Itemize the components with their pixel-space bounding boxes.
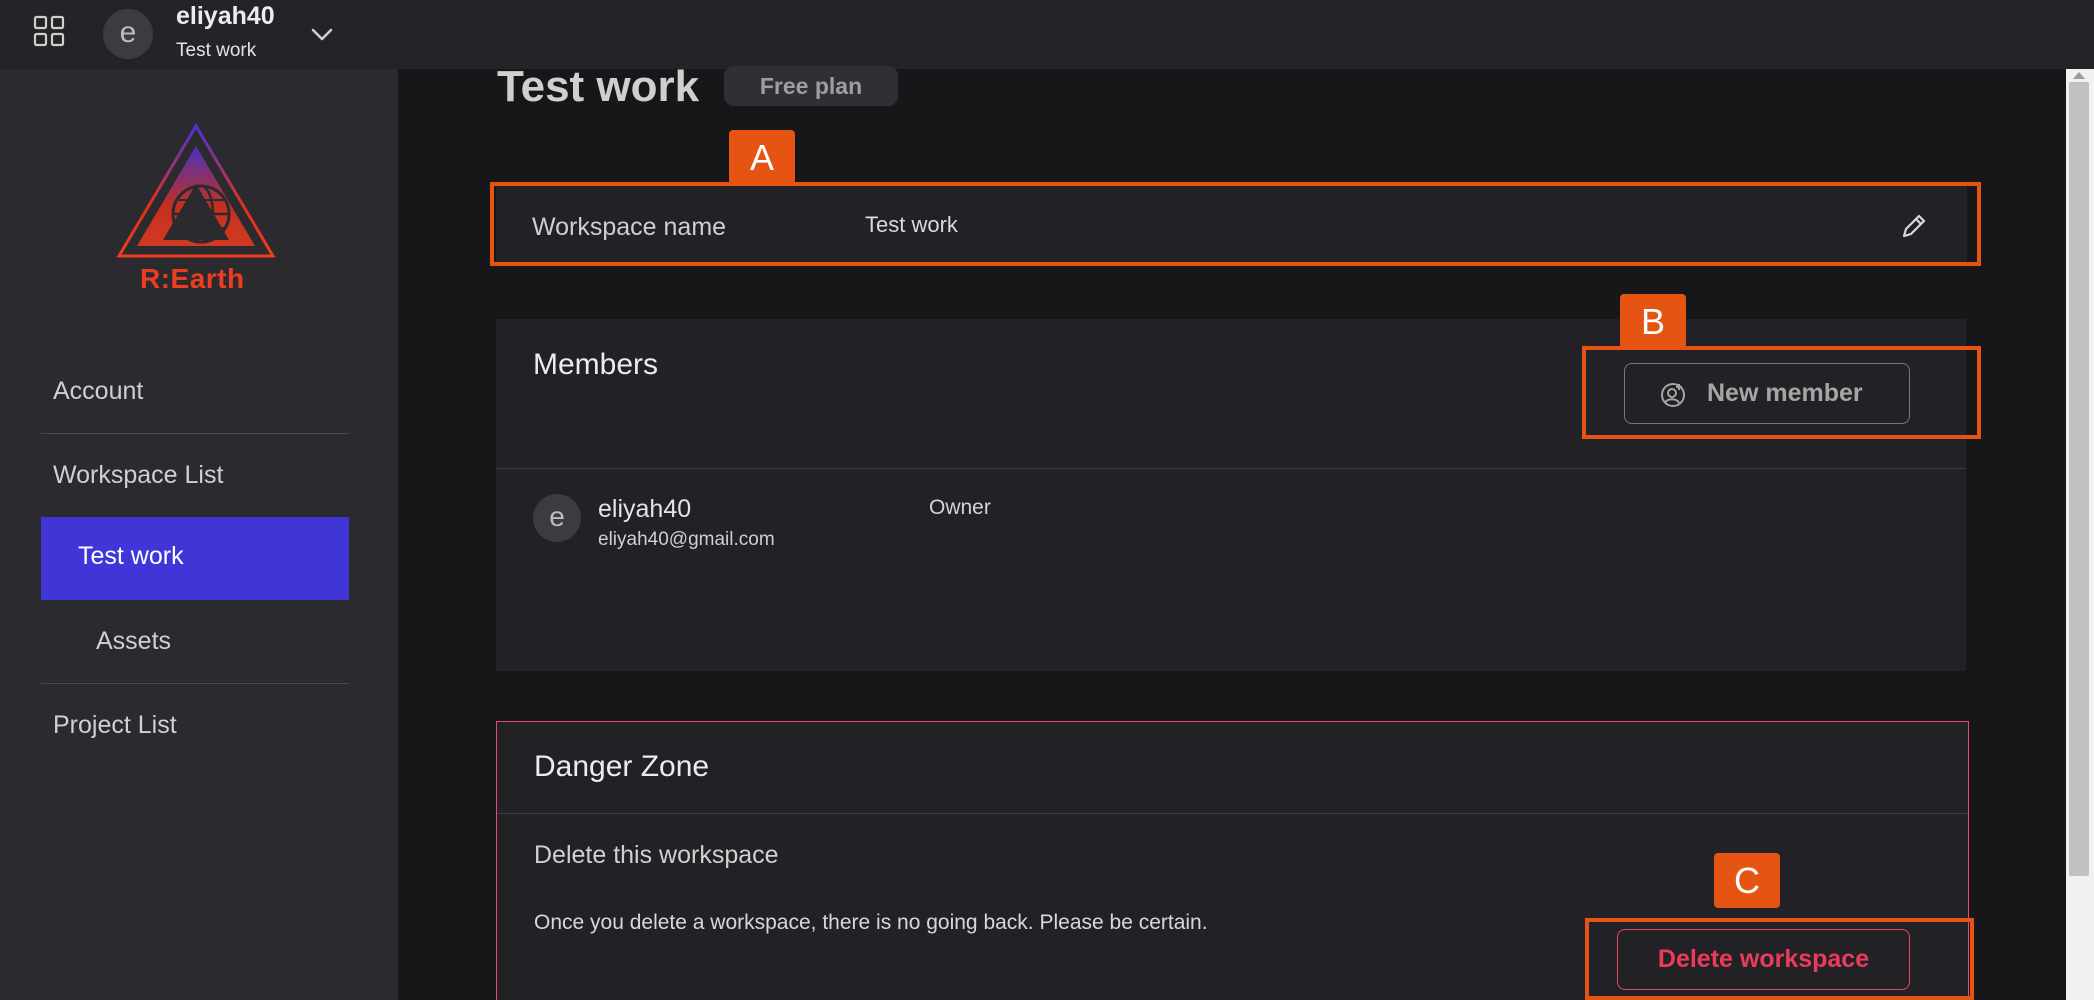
- member-avatar: e: [533, 494, 581, 542]
- annotation-tag-b: B: [1620, 294, 1686, 349]
- annotation-tag-a: A: [729, 130, 795, 185]
- logo-text: R:Earth: [140, 263, 245, 294]
- danger-zone-title: Danger Zone: [534, 750, 710, 783]
- user-avatar[interactable]: e: [103, 9, 153, 59]
- plan-badge: Free plan: [724, 66, 898, 106]
- sidebar-divider: [41, 433, 349, 434]
- annotation-box-c: [1585, 918, 1974, 1000]
- member-name: eliyah40: [598, 495, 692, 523]
- sidebar-item-workspace-list[interactable]: Workspace List: [53, 461, 223, 490]
- app-root: e eliyah40 Test work R:Earth Account Wor…: [0, 0, 2094, 1000]
- grid-icon[interactable]: [33, 15, 65, 47]
- sidebar: R:Earth Account Workspace List Test work…: [0, 69, 398, 1000]
- danger-zone-description: Once you delete a workspace, there is no…: [534, 911, 1208, 934]
- scrollbar-thumb[interactable]: [2069, 82, 2089, 876]
- chevron-down-icon[interactable]: [308, 20, 336, 48]
- member-email: eliyah40@gmail.com: [598, 529, 775, 550]
- annotation-tag-c: C: [1714, 853, 1780, 908]
- sidebar-item-account[interactable]: Account: [53, 377, 143, 406]
- sidebar-divider: [41, 683, 349, 684]
- annotation-box-a: [490, 182, 1981, 266]
- danger-zone-subtitle: Delete this workspace: [534, 841, 779, 869]
- members-divider: [496, 468, 1966, 469]
- sidebar-item-project-list[interactable]: Project List: [53, 711, 177, 740]
- scroll-up-icon[interactable]: [2073, 72, 2085, 79]
- current-workspace-name[interactable]: Test work: [176, 40, 256, 62]
- top-bar: e eliyah40 Test work: [0, 0, 2094, 69]
- danger-zone-divider: [497, 813, 1968, 814]
- page-title: Test work: [497, 62, 700, 111]
- members-title: Members: [533, 348, 659, 381]
- member-role: Owner: [929, 496, 991, 519]
- sidebar-item-assets[interactable]: Assets: [96, 627, 171, 656]
- current-username[interactable]: eliyah40: [176, 2, 275, 31]
- sidebar-item-label: Test work: [78, 542, 184, 570]
- sidebar-item-test-work[interactable]: Test work: [41, 517, 349, 600]
- annotation-box-b: [1582, 346, 1981, 439]
